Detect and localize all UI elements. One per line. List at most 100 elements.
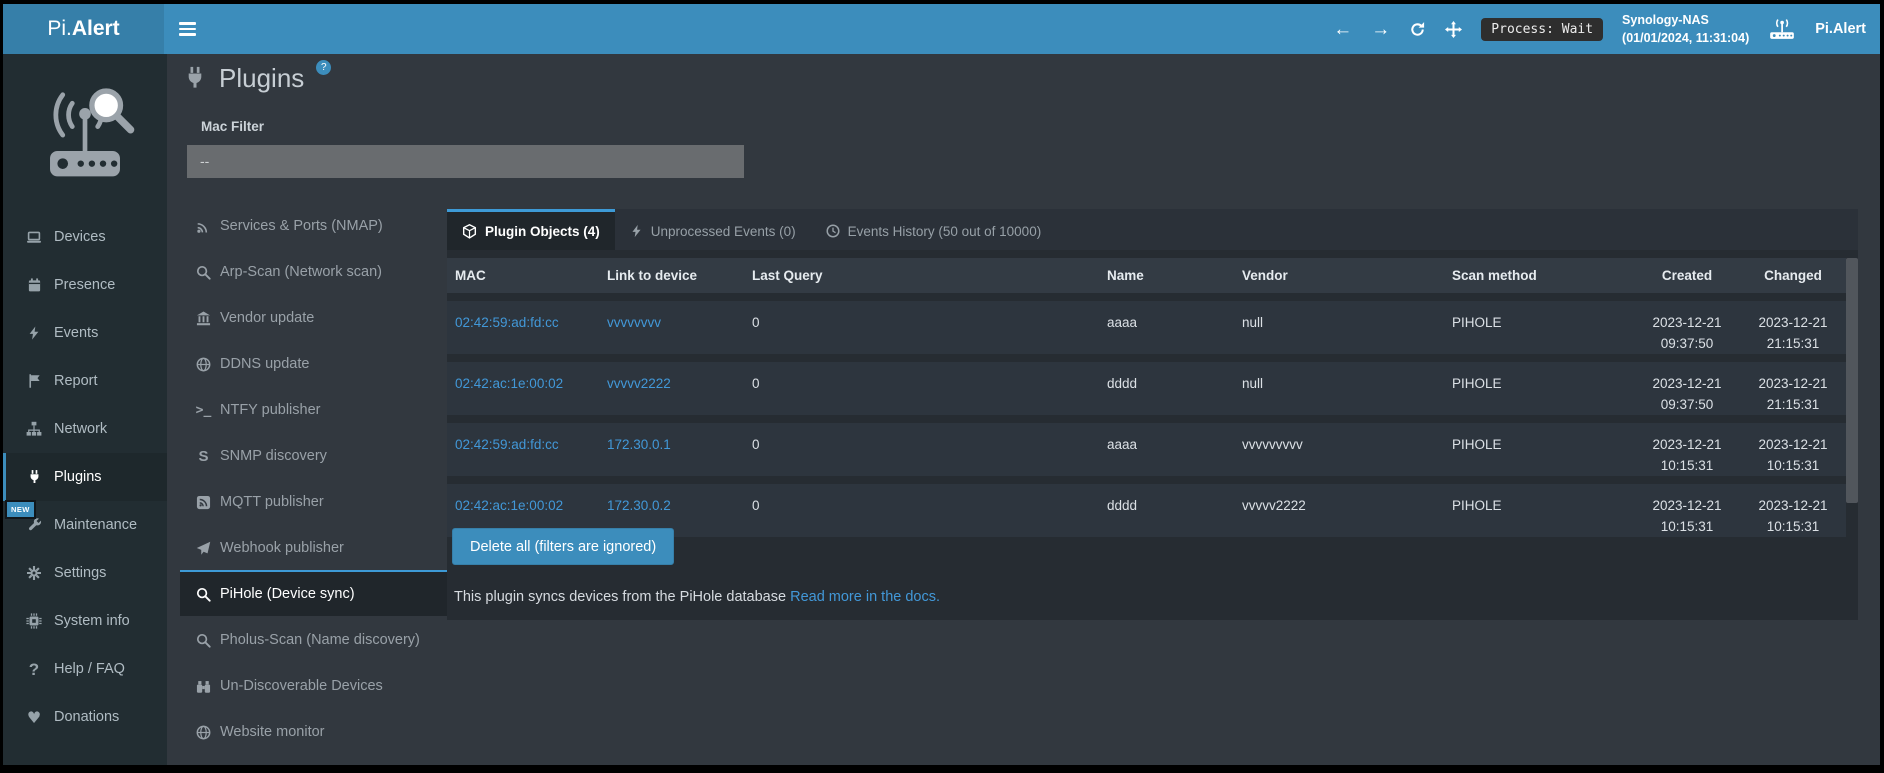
tab-unprocessed-events[interactable]: Unprocessed Events (0) <box>615 209 811 250</box>
delete-all-button[interactable]: Delete all (filters are ignored) <box>452 528 674 565</box>
link-to-device-cell: 172.30.0.1 <box>599 423 744 476</box>
link-to-device-cell: vvvvv2222 <box>599 362 744 415</box>
mac-link[interactable]: 02:42:59:ad:fd:cc <box>455 437 559 452</box>
vendor-cell: null <box>1234 362 1444 415</box>
read-docs-link[interactable]: Read more in the docs. <box>790 589 940 605</box>
device-link[interactable]: vvvvv2222 <box>607 376 671 391</box>
sidebar-item-settings[interactable]: Settings <box>3 549 167 597</box>
plugin-item-mqtt-publisher[interactable]: MQTT publisher <box>180 478 455 524</box>
link-to-device-cell: vvvvvvvv <box>599 301 744 354</box>
table-row: 02:42:59:ad:fd:cc172.30.0.10aaaavvvvvvvv… <box>447 423 1846 476</box>
last-query-cell: 0 <box>744 301 1099 354</box>
mac-cell: 02:42:59:ad:fd:cc <box>447 301 599 354</box>
sidebar-item-presence[interactable]: Presence <box>3 261 167 309</box>
device-link[interactable]: 172.30.0.1 <box>607 437 671 452</box>
changed-cell: 2023-12-2110:15:31 <box>1740 484 1846 537</box>
column-header-created: Created <box>1634 258 1740 293</box>
sidebar-item-plugins[interactable]: Plugins <box>3 453 167 501</box>
page-title: Plugins ? <box>183 58 331 98</box>
search-icon <box>195 633 212 648</box>
globe-icon <box>195 357 212 372</box>
host-timestamp: (01/01/2024, 11:31:04) <box>1622 29 1749 47</box>
sidebar-item-system-info[interactable]: System info <box>3 597 167 645</box>
plugin-item-ddns-update[interactable]: DDNS update <box>180 340 455 386</box>
host-name: Synology-NAS <box>1622 11 1749 29</box>
plugin-description-text: This plugin syncs devices from the PiHol… <box>454 589 786 605</box>
column-header-scan-method: Scan method <box>1444 258 1634 293</box>
plug-icon <box>25 469 43 485</box>
tab-content: MAC Link to device Last Query Name Vendo… <box>447 250 1858 620</box>
name-cell: dddd <box>1099 362 1234 415</box>
app-window: Pi.Alert ← → Process: Wait Synology-NAS … <box>3 4 1880 765</box>
scan-method-cell: PIHOLE <box>1444 423 1634 476</box>
plugin-item-website-monitor[interactable]: Website monitor <box>180 708 455 754</box>
vendor-cell: vvvvvvvvv <box>1234 423 1444 476</box>
sidebar-item-donations[interactable]: ♥ Donations <box>3 693 167 741</box>
process-status-badge: Process: Wait <box>1481 18 1603 41</box>
sidebar-item-network[interactable]: Network <box>3 405 167 453</box>
device-link[interactable]: 172.30.0.2 <box>607 498 671 513</box>
plugin-item-webhook-publisher[interactable]: Webhook publisher <box>180 524 455 570</box>
mac-filter-input[interactable]: -- <box>187 145 744 178</box>
sidebar-item-help-faq[interactable]: ? Help / FAQ <box>3 645 167 693</box>
plugin-item-pihole-device-sync[interactable]: PiHole (Device sync) <box>180 570 455 616</box>
column-header-changed: Changed <box>1740 258 1846 293</box>
plugin-item-undiscoverable-devices[interactable]: Un-Discoverable Devices <box>180 662 455 708</box>
heart-icon: ♥ <box>25 708 43 727</box>
column-header-link: Link to device <box>599 258 744 293</box>
column-header-mac: MAC <box>447 258 599 293</box>
forward-arrow-icon[interactable]: → <box>1371 20 1390 39</box>
scan-method-cell: PIHOLE <box>1444 484 1634 537</box>
paper-plane-icon <box>195 541 212 556</box>
changed-cell: 2023-12-2121:15:31 <box>1740 301 1846 354</box>
mac-filter-label: Mac Filter <box>201 119 264 134</box>
vendor-cell: null <box>1234 301 1444 354</box>
plugin-objects-table-body: 02:42:59:ad:fd:ccvvvvvvvv0aaaanullPIHOLE… <box>447 301 1846 537</box>
mac-link[interactable]: 02:42:59:ad:fd:cc <box>455 315 559 330</box>
question-icon: ? <box>25 661 43 678</box>
plugin-detail-panel: Plugin Objects (4) Unprocessed Events (0… <box>447 209 1858 620</box>
brand-logo[interactable]: Pi.Alert <box>3 4 164 54</box>
mac-cell: 02:42:ac:1e:00:02 <box>447 362 599 415</box>
flag-icon <box>25 373 43 389</box>
tab-bar: Plugin Objects (4) Unprocessed Events (0… <box>447 209 1858 250</box>
table-header-row: MAC Link to device Last Query Name Vendo… <box>447 258 1846 293</box>
plugin-item-arp-scan[interactable]: Arp-Scan (Network scan) <box>180 248 455 294</box>
topbar-right-cluster: ← → Process: Wait Synology-NAS (01/01/20… <box>1333 4 1880 54</box>
gear-icon <box>25 565 43 581</box>
pialert-logo <box>3 54 167 213</box>
device-link[interactable]: vvvvvvvv <box>607 315 661 330</box>
sidebar-menu: Devices Presence Events Report Network <box>3 213 167 741</box>
changed-cell: 2023-12-2121:15:31 <box>1740 362 1846 415</box>
sidebar-toggle-button[interactable] <box>164 4 210 54</box>
top-navbar: Pi.Alert ← → Process: Wait Synology-NAS … <box>3 4 1880 54</box>
chip-icon <box>25 613 43 629</box>
mac-link[interactable]: 02:42:ac:1e:00:02 <box>455 376 563 391</box>
sidebar-item-events[interactable]: Events <box>3 309 167 357</box>
bolt-icon <box>630 224 643 238</box>
clock-icon <box>826 224 840 238</box>
help-badge[interactable]: ? <box>316 60 331 75</box>
back-arrow-icon[interactable]: ← <box>1333 20 1352 39</box>
main-content: Plugins ? Mac Filter -- Services & Ports… <box>167 54 1880 765</box>
calendar-icon <box>25 277 43 293</box>
plugin-item-vendor-update[interactable]: Vendor update <box>180 294 455 340</box>
snmp-icon: S <box>195 449 212 464</box>
mac-link[interactable]: 02:42:ac:1e:00:02 <box>455 498 563 513</box>
table-scrollbar[interactable] <box>1846 258 1858 503</box>
plugin-item-snmp-discovery[interactable]: S SNMP discovery <box>180 432 455 478</box>
plugin-item-pholus-scan[interactable]: Pholus-Scan (Name discovery) <box>180 616 455 662</box>
refresh-icon[interactable] <box>1409 21 1426 38</box>
sidebar-item-devices[interactable]: Devices <box>3 213 167 261</box>
move-icon[interactable] <box>1445 21 1462 38</box>
name-cell: aaaa <box>1099 423 1234 476</box>
sidebar-item-report[interactable]: Report <box>3 357 167 405</box>
tab-plugin-objects[interactable]: Plugin Objects (4) <box>447 209 615 250</box>
plugin-item-ntfy-publisher[interactable]: >_ NTFY publisher <box>180 386 455 432</box>
column-header-name: Name <box>1099 258 1234 293</box>
cube-icon <box>462 224 477 239</box>
last-query-cell: 0 <box>744 362 1099 415</box>
router-icon <box>1768 18 1796 40</box>
plugin-item-services-ports[interactable]: Services & Ports (NMAP) <box>180 202 455 248</box>
tab-events-history[interactable]: Events History (50 out of 10000) <box>811 209 1057 250</box>
